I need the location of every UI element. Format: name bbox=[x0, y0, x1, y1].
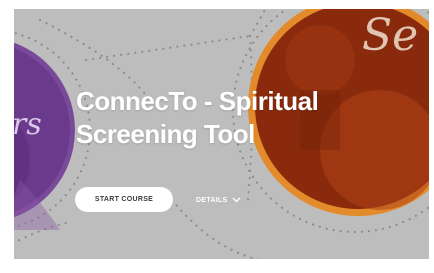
details-button[interactable]: DETAILS bbox=[196, 192, 241, 208]
course-title: ConnecTo - Spiritual Screening Tool bbox=[76, 85, 319, 151]
page-gutter-bottom bbox=[0, 259, 434, 273]
page-gutter-top bbox=[0, 0, 434, 9]
dotted-line bbox=[248, 8, 267, 38]
details-label: DETAILS bbox=[196, 196, 228, 204]
dotted-line bbox=[170, 198, 302, 264]
start-course-button[interactable]: START COURSE bbox=[75, 187, 173, 212]
page-gutter-left bbox=[0, 0, 14, 273]
chevron-down-icon bbox=[232, 197, 241, 203]
hero-banner: rs Se ConnecTo - Spiritual Screening Too… bbox=[0, 0, 434, 273]
left-image-text: rs bbox=[12, 107, 42, 142]
dotted-line bbox=[84, 34, 252, 62]
course-title-line1: ConnecTo - Spiritual bbox=[76, 86, 319, 116]
right-image-text: Se bbox=[362, 10, 419, 61]
course-title-line2: Screening Tool bbox=[76, 119, 255, 149]
page-gutter-right bbox=[429, 0, 434, 273]
